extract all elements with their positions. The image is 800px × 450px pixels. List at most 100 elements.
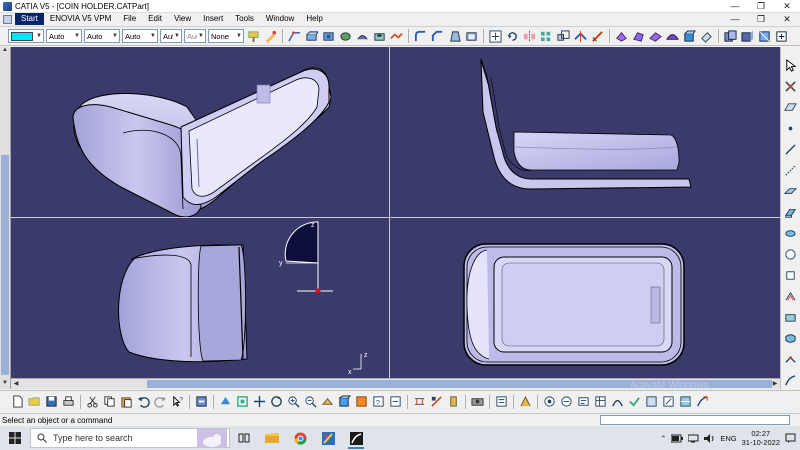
pattern-icon[interactable]	[539, 29, 554, 44]
scaling-icon[interactable]	[556, 29, 571, 44]
rendering-style-combo[interactable]: Aut ▼	[184, 29, 206, 43]
update-icon[interactable]	[194, 394, 209, 409]
measure-icon[interactable]	[590, 29, 605, 44]
painter-icon[interactable]	[246, 29, 261, 44]
extrude-surface-icon[interactable]	[783, 204, 799, 220]
3d-viewport[interactable]: z y z x	[11, 47, 780, 378]
catalog-browser-icon[interactable]	[494, 394, 509, 409]
axis-compass[interactable]	[284, 221, 333, 294]
paste-icon[interactable]	[119, 394, 134, 409]
menu-edit[interactable]: Edit	[142, 13, 168, 25]
network-icon[interactable]	[688, 434, 699, 443]
edge-fillet-icon[interactable]	[413, 29, 428, 44]
menu-help[interactable]: Help	[300, 13, 328, 25]
apply-material-icon[interactable]	[470, 394, 485, 409]
front-view-part[interactable]	[118, 244, 248, 363]
catia-compass-icon[interactable]	[695, 394, 710, 409]
shaft-icon[interactable]	[338, 29, 353, 44]
vertical-scrollbar[interactable]: ▲ ▼	[0, 47, 11, 389]
taskbar-paint-app[interactable]	[314, 426, 342, 450]
restore-button[interactable]: ❐	[748, 0, 774, 13]
translate-icon[interactable]	[488, 29, 503, 44]
boolean-union-trim-icon[interactable]	[774, 29, 789, 44]
menu-start[interactable]: Start	[15, 13, 44, 25]
fit-all-icon[interactable]	[235, 394, 250, 409]
menu-view[interactable]: View	[168, 13, 197, 25]
view-orientation-icon[interactable]	[337, 394, 352, 409]
eraser-icon[interactable]	[699, 29, 714, 44]
line-icon[interactable]	[783, 141, 799, 157]
taskbar-chrome[interactable]	[286, 426, 314, 450]
print-icon[interactable]	[61, 394, 76, 409]
hierarchy-icon[interactable]	[559, 394, 574, 409]
transparency-combo[interactable]: Auto ▼	[46, 29, 82, 43]
close-button[interactable]: ✕	[774, 0, 800, 13]
doc-restore-button[interactable]: ❐	[748, 13, 774, 26]
windows-start-button[interactable]	[0, 426, 30, 450]
copy-icon[interactable]	[102, 394, 117, 409]
vertical-scroll-thumb[interactable]	[1, 155, 9, 375]
minimize-button[interactable]: —	[722, 0, 748, 13]
language-indicator[interactable]: ENG	[720, 434, 736, 443]
chamfer-icon[interactable]	[430, 29, 445, 44]
sketch-plane-icon[interactable]	[783, 99, 799, 115]
taskbar-catia[interactable]	[342, 426, 370, 450]
new-file-icon[interactable]	[10, 394, 25, 409]
select-trap-icon[interactable]	[783, 78, 799, 94]
boolean-add-icon[interactable]	[723, 29, 738, 44]
rotate-icon[interactable]	[505, 29, 520, 44]
taskbar-search-box[interactable]: Type here to search	[30, 428, 230, 448]
join-icon[interactable]	[783, 351, 799, 367]
menu-enovia[interactable]: ENOVIA V5 VPM	[44, 13, 117, 25]
blend-icon[interactable]	[783, 330, 799, 346]
rib-icon[interactable]	[389, 29, 404, 44]
design-table-icon[interactable]	[593, 394, 608, 409]
knowledge-formula-icon[interactable]	[518, 394, 533, 409]
taskbar-clock[interactable]: 02:27 31-10-2022	[742, 429, 780, 447]
zoom-in-icon[interactable]	[286, 394, 301, 409]
tray-chevron-up-icon[interactable]: ⌃	[660, 434, 666, 443]
redo-icon[interactable]	[153, 394, 168, 409]
viewport-vertical-divider[interactable]	[389, 47, 390, 378]
point-symbol-combo[interactable]: Aut ▼	[160, 29, 182, 43]
groove-icon[interactable]	[355, 29, 370, 44]
open-file-icon[interactable]	[27, 394, 42, 409]
measure-item-icon[interactable]	[429, 394, 444, 409]
law-icon[interactable]	[610, 394, 625, 409]
sketcher-icon[interactable]	[287, 29, 302, 44]
plane-icon[interactable]	[783, 183, 799, 199]
undo-icon[interactable]	[136, 394, 151, 409]
viewport-horizontal-divider[interactable]	[11, 217, 780, 218]
line-type-combo[interactable]: Auto ▼	[122, 29, 158, 43]
top-view-part[interactable]	[463, 243, 685, 366]
rotate-view-icon[interactable]	[269, 394, 284, 409]
check-icon[interactable]	[627, 394, 642, 409]
draft-icon[interactable]	[447, 29, 462, 44]
menu-window[interactable]: Window	[260, 13, 300, 25]
close-surface-icon[interactable]	[631, 29, 646, 44]
task-view-button[interactable]	[230, 426, 258, 450]
shell-icon[interactable]	[464, 29, 479, 44]
hole-icon[interactable]	[372, 29, 387, 44]
boolean-remove-icon[interactable]	[740, 29, 755, 44]
boolean-intersect-icon[interactable]	[757, 29, 772, 44]
side-view-part[interactable]	[480, 58, 692, 190]
solid-icon[interactable]	[682, 29, 697, 44]
annotation-icon[interactable]	[661, 394, 676, 409]
cylinder-icon[interactable]	[783, 267, 799, 283]
brush-icon[interactable]	[263, 29, 278, 44]
pad-icon[interactable]	[304, 29, 319, 44]
fill-surface-icon[interactable]	[783, 309, 799, 325]
normal-view-icon[interactable]	[320, 394, 335, 409]
swap-visible-space-icon[interactable]	[388, 394, 403, 409]
battery-icon[interactable]	[671, 434, 684, 443]
cross-section-icon[interactable]	[678, 394, 693, 409]
reaction-icon[interactable]	[644, 394, 659, 409]
sew-surface-icon[interactable]	[648, 29, 663, 44]
scroll-down-icon[interactable]: ▼	[0, 380, 10, 389]
surface-icon[interactable]	[665, 29, 680, 44]
whats-this-icon[interactable]: ?	[170, 394, 185, 409]
pattern-edit-icon[interactable]	[542, 394, 557, 409]
thick-surface-icon[interactable]	[614, 29, 629, 44]
layer-combo[interactable]: None ▼	[208, 29, 244, 43]
